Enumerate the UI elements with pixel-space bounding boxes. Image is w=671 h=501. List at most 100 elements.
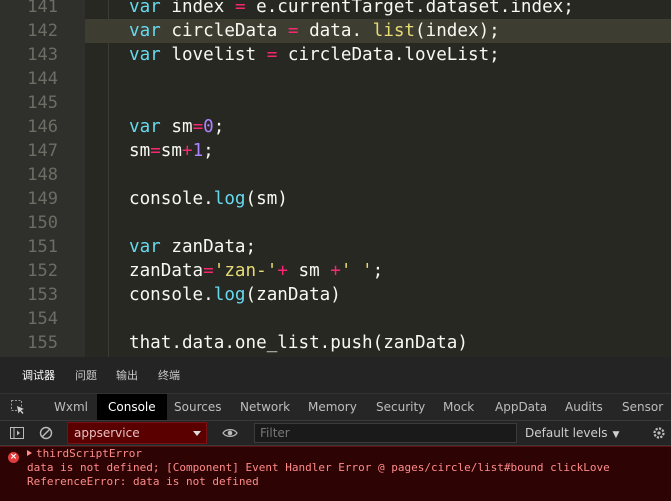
code-token: sm [160,117,193,137]
code-line[interactable]: 145 [0,91,671,115]
code-token: log [213,285,246,305]
code-line[interactable]: 149 console.log(sm) [0,187,671,211]
code-token: zanData [129,261,204,281]
devtools-panel-tabs: Wxml Console Sources Network Memory Secu… [0,394,671,421]
line-number: 155 [27,333,58,353]
code-text: console.log(sm) [129,187,288,211]
code-line[interactable]: 154 [0,307,671,331]
code-token: 0 [203,117,214,137]
line-number: 154 [27,309,58,329]
inspect-element-icon[interactable] [10,399,26,415]
line-number: 147 [27,141,58,161]
code-token: index [160,0,235,17]
code-text: var lovelist = circleData.loveList; [129,43,500,67]
code-text: sm=sm+1; [129,139,214,163]
code-line[interactable]: 148 [0,163,671,187]
tab-network[interactable]: Network [236,394,294,420]
code-line[interactable]: 147 sm=sm+1; [0,139,671,163]
tab-mock[interactable]: Mock [439,394,478,420]
code-token: = [234,0,246,17]
code-token: + [330,261,341,281]
code-token: log [213,189,246,209]
line-number: 149 [27,189,58,209]
code-token: var [129,237,161,257]
clear-console-icon[interactable] [38,425,54,441]
code-text: that.data.one_list.push(zanData) [129,331,468,355]
line-number: 141 [27,0,58,17]
code-line[interactable]: 151 var zanData; [0,235,671,259]
line-number: 150 [27,213,58,233]
debugger-top-tabs: 调试器 问题 输出 终端 [0,357,671,394]
code-line[interactable]: 152 zanData='zan-'+ sm +' '; [0,259,671,283]
code-line[interactable]: 146 var sm=0; [0,115,671,139]
code-token: = [203,261,214,281]
tab-appdata[interactable]: AppData [491,394,551,420]
tab-audits[interactable]: Audits [561,394,607,420]
line-number: 142 [27,21,58,41]
log-levels-label: Default levels [525,426,608,440]
error-title-line[interactable]: thirdScriptError [27,447,142,461]
code-line[interactable]: 141 var index = e.currentTarget.dataset.i… [0,0,671,19]
code-token: (sm) [245,189,288,209]
code-token: + [277,261,288,281]
filter-input[interactable] [254,423,517,443]
tab-debugger[interactable]: 调试器 [22,357,55,393]
code-token: ' ' [340,261,373,281]
tab-sensor[interactable]: Sensor [618,394,667,420]
code-token: var [129,45,161,65]
code-token: var [129,0,161,17]
code-line[interactable]: 150 [0,211,671,235]
code-token: = [150,141,161,161]
code-text: console.log(zanData) [129,283,341,307]
code-token: circleData [160,21,288,41]
code-text: var sm=0; [129,115,224,139]
eye-icon[interactable] [222,425,238,441]
tab-security[interactable]: Security [372,394,429,420]
code-token: that.data.one_list.push(zanData) [129,333,468,353]
code-token: console. [129,189,214,209]
error-reference-line: ReferenceError: data is not defined [27,475,259,488]
log-levels-dropdown[interactable]: Default levels ▼ [525,421,619,447]
code-token: sm [160,141,182,161]
code-token: ; [203,141,214,161]
code-token: data. [298,21,373,41]
code-token: (zanData) [245,285,341,305]
error-detail-line: data is not defined; [Component] Event H… [27,461,610,474]
code-token: zanData; [160,237,257,257]
code-token: var [129,117,161,137]
code-token: = [287,21,299,41]
caret-down-icon: ▼ [612,430,620,440]
line-number: 151 [27,237,58,257]
tab-memory[interactable]: Memory [304,394,361,420]
tab-terminal[interactable]: 终端 [158,357,180,393]
console-error-message[interactable]: × thirdScriptError data is not defined; … [0,446,671,501]
chevron-down-icon [193,431,201,436]
tab-problems[interactable]: 问题 [75,357,97,393]
code-line[interactable]: 142 var circleData = data. list(index); [0,19,671,43]
code-line[interactable]: 155 that.data.one_list.push(zanData) [0,331,671,355]
line-number: 153 [27,285,58,305]
tab-wxml[interactable]: Wxml [50,394,92,420]
code-line[interactable]: 143 var lovelist = circleData.loveList; [0,43,671,67]
tab-console[interactable]: Console [97,394,167,420]
context-selector[interactable]: appservice [67,422,207,444]
console-output[interactable]: × thirdScriptError data is not defined; … [0,446,671,501]
line-number: 152 [27,261,58,281]
devtools-panel: 调试器 问题 输出 终端 Wxml Console Sources Networ… [0,357,671,501]
code-line[interactable]: 153 console.log(zanData) [0,283,671,307]
gear-icon[interactable] [651,425,667,441]
code-token: 1 [192,141,204,161]
code-text: var zanData; [129,235,256,259]
code-token: e.currentTarget.dataset.index; [245,0,574,17]
error-title: thirdScriptError [36,447,142,460]
code-line[interactable]: 144 [0,67,671,91]
tab-output[interactable]: 输出 [116,357,138,393]
code-editor[interactable]: 141 var index = e.currentTarget.dataset.i… [0,0,671,357]
toggle-sidebar-icon[interactable] [9,425,25,441]
line-number: 144 [27,69,58,89]
expand-arrow-icon[interactable] [27,450,32,456]
tab-sources[interactable]: Sources [170,394,225,420]
line-number: 145 [27,93,58,113]
code-token: ; [213,117,225,137]
error-icon: × [8,452,19,463]
